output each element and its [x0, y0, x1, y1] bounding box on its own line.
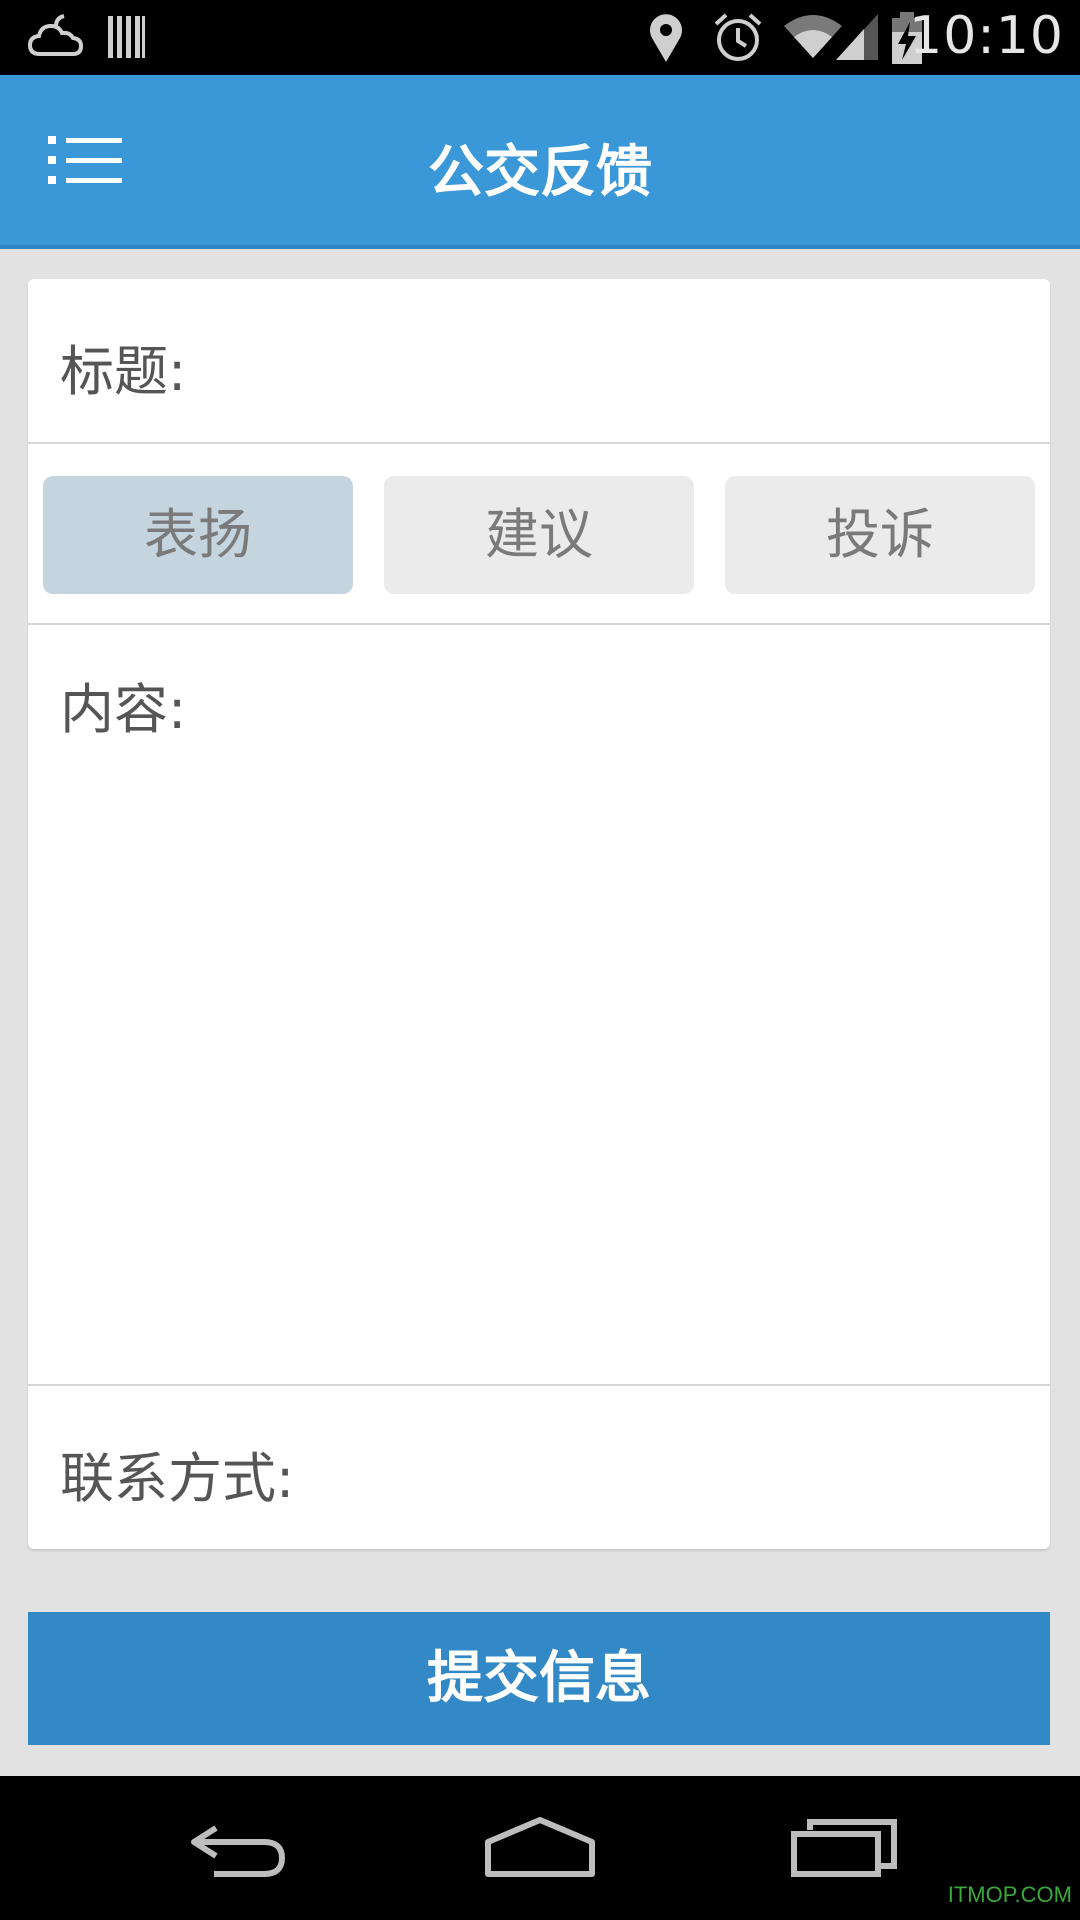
nav-bar: ITMOP.COM: [0, 1776, 1080, 1920]
status-bar: 10:10: [0, 0, 1080, 75]
contact-field[interactable]: 联系方式:: [28, 1386, 1050, 1549]
submit-button[interactable]: 提交信息: [28, 1612, 1050, 1745]
home-icon: [485, 1817, 595, 1877]
contact-label: 联系方式:: [60, 1447, 295, 1510]
app-bar: 公交反馈: [0, 75, 1080, 249]
signal-icon: [836, 14, 878, 60]
status-time: 10:10: [909, 6, 1064, 66]
title-field[interactable]: 标题:: [28, 279, 1050, 444]
feedback-form-card: 标题: 表扬 建议 投诉 内容: 联系方式:: [28, 279, 1050, 1549]
type-option-praise[interactable]: 表扬: [43, 476, 353, 594]
location-pin-icon: [650, 14, 682, 62]
back-button[interactable]: [186, 1816, 290, 1884]
alarm-icon: [714, 13, 762, 61]
feedback-type-selector: 表扬 建议 投诉: [28, 444, 1050, 625]
content-field[interactable]: 内容:: [28, 625, 1050, 1386]
home-button[interactable]: [484, 1816, 596, 1884]
recent-apps-icon: [791, 1819, 897, 1877]
page-title: 公交反馈: [428, 140, 652, 205]
back-icon: [191, 1825, 286, 1877]
barcode-icon: [108, 16, 145, 58]
content-label: 内容:: [60, 678, 187, 741]
type-option-complaint[interactable]: 投诉: [725, 476, 1035, 594]
type-option-suggestion[interactable]: 建议: [384, 476, 694, 594]
watermark: ITMOP.COM: [947, 1882, 1072, 1907]
weather-cloud-icon: [27, 14, 84, 56]
title-label: 标题:: [60, 340, 187, 403]
recent-apps-button[interactable]: [790, 1816, 898, 1884]
